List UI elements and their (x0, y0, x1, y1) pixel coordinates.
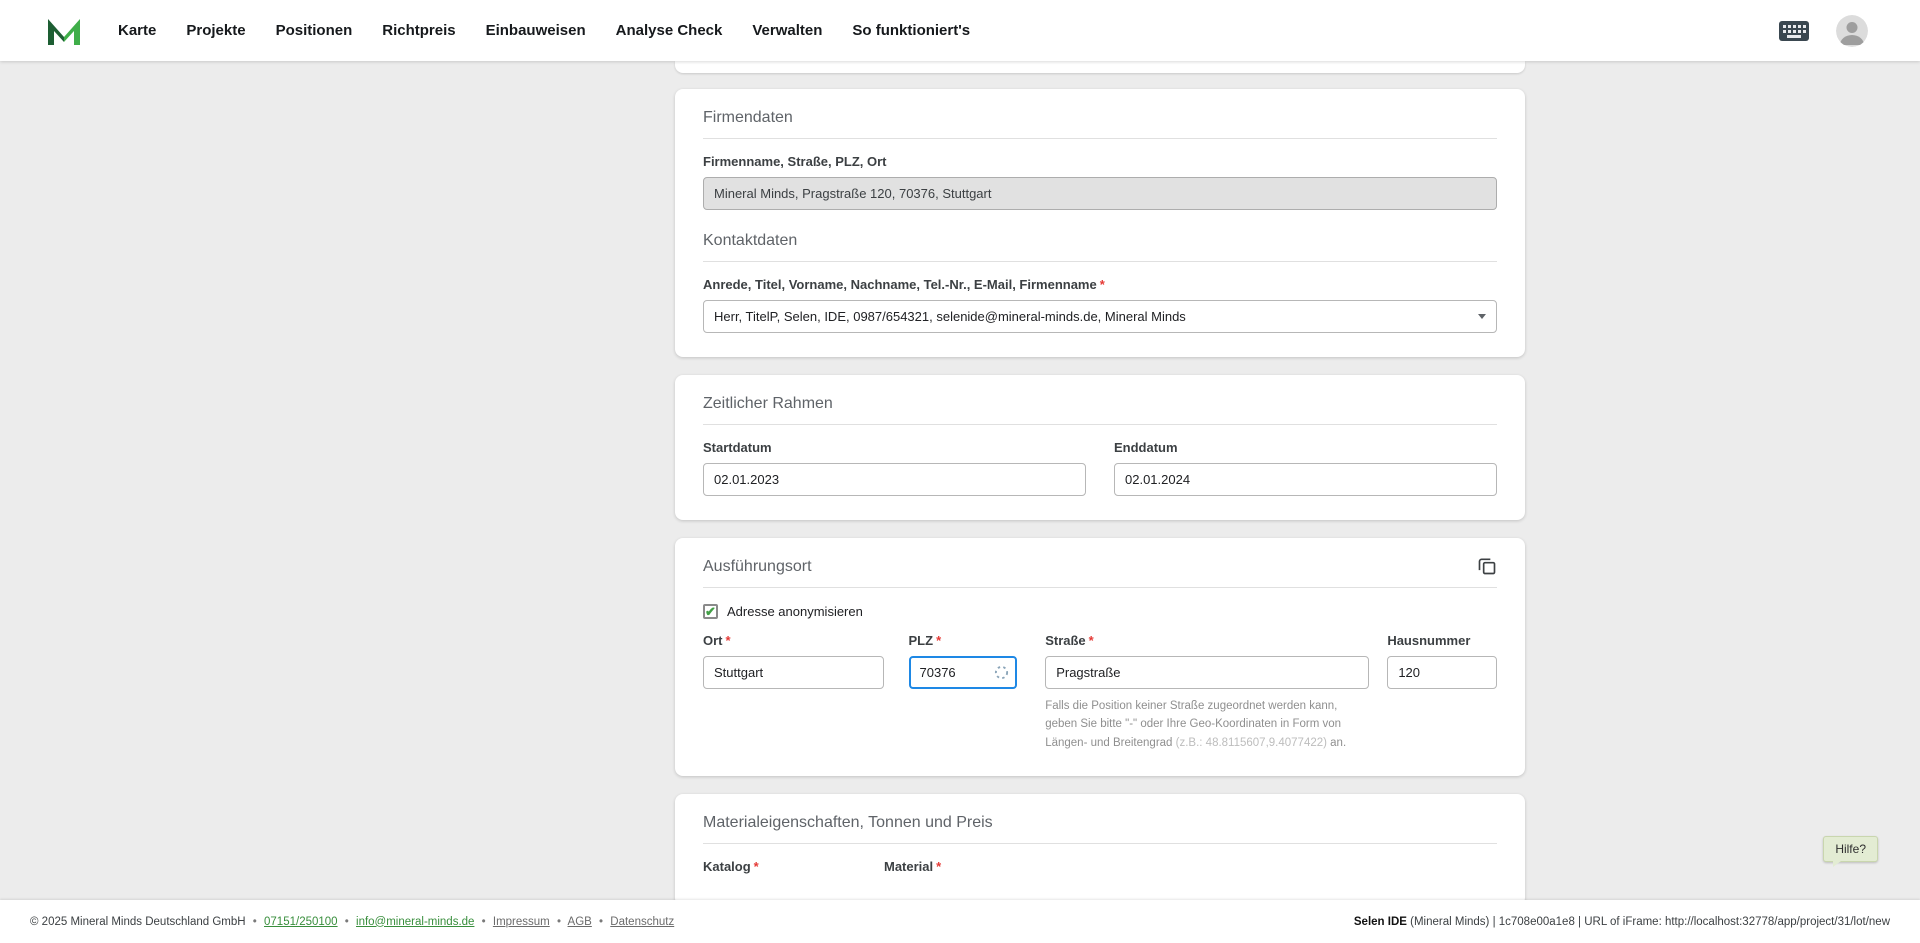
footer: © 2025 Mineral Minds Deutschland GmbH • … (0, 900, 1920, 943)
footer-email-link[interactable]: info@mineral-minds.de (356, 916, 474, 928)
startdatum-input[interactable] (703, 463, 1086, 496)
firmenname-label: Firmenname, Straße, PLZ, Ort (703, 154, 887, 169)
copy-icon[interactable] (1477, 556, 1497, 581)
kontakt-select[interactable]: Herr, TitelP, Selen, IDE, 0987/654321, s… (703, 300, 1497, 333)
footer-datenschutz-link[interactable]: Datenschutz (610, 916, 674, 928)
top-navbar: Karte Projekte Positionen Richtpreis Ein… (0, 0, 1920, 61)
ort-label: Ort * (703, 633, 731, 648)
material-label: Material * (884, 859, 942, 875)
ausfuehrungsort-card: Ausführungsort ✔ Adresse anonymisieren O… (675, 538, 1525, 777)
ausfuehrungsort-title: Ausführungsort (703, 558, 812, 575)
material-field: Material * (884, 844, 1065, 882)
footer-left: © 2025 Mineral Minds Deutschland GmbH • … (30, 916, 674, 928)
user-avatar[interactable] (1836, 14, 1868, 47)
strasse-hint: Falls die Position keiner Straße zugeord… (1045, 700, 1347, 749)
kontaktdaten-title: Kontaktdaten (703, 232, 798, 249)
hausnummer-label: Hausnummer (1387, 633, 1471, 648)
plz-label: PLZ * (908, 633, 942, 648)
nav-so-funktionierts[interactable]: So funktioniert's (852, 22, 970, 39)
kontakt-select-value: Herr, TitelP, Selen, IDE, 0987/654321, s… (714, 309, 1186, 324)
mineral-minds-logo-icon (44, 11, 84, 51)
main-nav: Karte Projekte Positionen Richtpreis Ein… (118, 22, 970, 39)
anonymisieren-checkbox[interactable]: ✔ (703, 604, 718, 619)
plz-field: PLZ * (908, 633, 1018, 752)
separator-dot: • (252, 915, 257, 928)
session-user-text: Selen IDE (1353, 915, 1407, 928)
divider (703, 587, 1497, 588)
katalog-label: Katalog * (703, 859, 759, 875)
hausnummer-input[interactable] (1387, 656, 1498, 689)
nav-karte[interactable]: Karte (118, 22, 156, 39)
address-fields: Ort* PLZ* Straß (703, 633, 1498, 752)
copyright-text: © 2025 Mineral Minds Deutschland GmbH (30, 915, 246, 928)
kontakt-label: Anrede, Titel, Vorname, Nachname, Tel.-N… (703, 277, 1105, 292)
nav-richtpreis[interactable]: Richtpreis (382, 22, 455, 39)
divider (703, 261, 1497, 262)
required-mark: * (753, 859, 759, 875)
hilfe-button[interactable]: Hilfe? (1823, 836, 1878, 867)
previous-card-bottom (675, 61, 1525, 73)
footer-phone-link[interactable]: 07151/250100 (264, 916, 338, 928)
nav-positionen[interactable]: Positionen (276, 22, 353, 39)
nav-verwalten[interactable]: Verwalten (752, 22, 822, 39)
katalog-field: Katalog * (703, 844, 884, 882)
separator-dot: • (481, 915, 486, 928)
startdatum-label: Startdatum (703, 440, 772, 455)
strasse-label: Straße * (1045, 633, 1094, 648)
check-icon: ✔ (705, 604, 716, 619)
enddatum-label: Enddatum (1114, 440, 1178, 455)
separator-dot: • (344, 915, 349, 928)
hausnummer-field: Hausnummer (1387, 633, 1498, 752)
ort-field: Ort * (703, 633, 884, 752)
separator-dot: • (556, 915, 561, 928)
anonymisieren-label: Adresse anonymisieren (727, 604, 863, 619)
chevron-down-icon (1478, 314, 1486, 319)
footer-impressum-link[interactable]: Impressum (493, 916, 550, 928)
nav-projekte[interactable]: Projekte (186, 22, 245, 39)
keyboard-icon[interactable] (1778, 19, 1810, 43)
firmendaten-card: Firmendaten Firmenname, Straße, PLZ, Ort… (675, 89, 1525, 357)
session-info-text: (Mineral Minds) | 1c708e00a1e8 | URL of … (1406, 915, 1890, 928)
required-mark: * (725, 633, 731, 648)
required-mark: * (936, 859, 942, 875)
app-logo[interactable] (44, 11, 84, 51)
divider (703, 138, 1497, 139)
material-title: Materialeigenschaften, Tonnen und Preis (703, 814, 993, 832)
strasse-input[interactable] (1045, 656, 1370, 689)
footer-right: Selen IDE (Mineral Minds) | 1c708e00a1e8… (1354, 916, 1890, 928)
zeitraum-title: Zeitlicher Rahmen (703, 395, 833, 412)
firmendaten-title: Firmendaten (703, 109, 793, 126)
strasse-field: Straße* Falls die Position keiner Straße… (1045, 633, 1370, 752)
required-mark: * (936, 633, 942, 648)
firmenname-input (703, 177, 1497, 210)
anonymisieren-checkbox-row[interactable]: ✔ Adresse anonymisieren (703, 604, 1497, 619)
nav-einbauweisen[interactable]: Einbauweisen (486, 22, 586, 39)
main-content: Firmendaten Firmenname, Straße, PLZ, Ort… (675, 61, 1525, 924)
footer-agb-link[interactable]: AGB (568, 916, 592, 928)
material-card: Materialeigenschaften, Tonnen und Preis … (675, 794, 1525, 907)
ort-input[interactable] (703, 656, 884, 689)
enddatum-input[interactable] (1114, 463, 1497, 496)
startdatum-field: Startdatum (703, 425, 1086, 496)
zeitraum-card: Zeitlicher Rahmen Startdatum Enddatum (675, 375, 1525, 520)
required-mark: * (1099, 277, 1105, 292)
enddatum-field: Enddatum (1114, 425, 1497, 496)
nav-analyse-check[interactable]: Analyse Check (616, 22, 723, 39)
separator-dot: • (599, 915, 604, 928)
required-mark: * (1088, 633, 1094, 648)
navbar-right (1778, 14, 1868, 47)
loading-spinner-icon (994, 665, 1009, 685)
